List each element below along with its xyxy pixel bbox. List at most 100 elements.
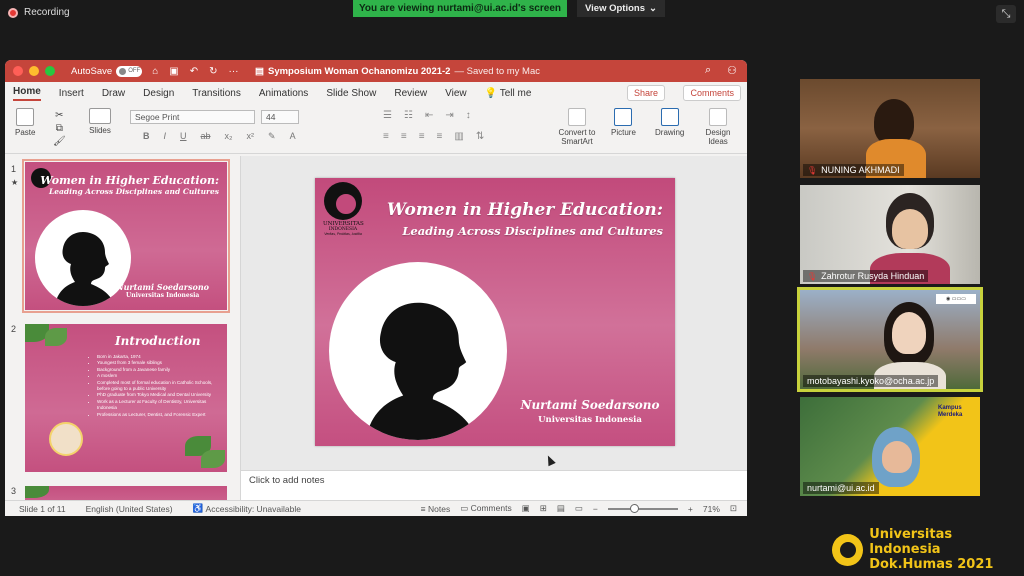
italic-icon[interactable]: I [164, 131, 167, 142]
zoom-level[interactable]: 71% [703, 504, 720, 514]
paragraph-row-2: ≡ ≡ ≡ ≡ ▥ ⇅ [383, 131, 484, 142]
account-icon[interactable]: ⚇ [727, 64, 737, 77]
align-center-icon[interactable]: ≡ [401, 131, 407, 142]
columns-icon[interactable]: ▥ [454, 131, 463, 142]
notes-toggle[interactable]: ≡ Notes [421, 504, 451, 514]
title-bar: AutoSave OFF ⌂ ▣ ↶ ↻ ··· ▤ Symposium Wom… [5, 60, 747, 82]
drawing-button[interactable]: Drawing [655, 108, 684, 137]
slide-number: 2 [11, 324, 17, 334]
more-icon[interactable]: ··· [228, 66, 238, 77]
new-slide-button[interactable]: Slides [89, 108, 111, 135]
align-left-icon[interactable]: ≡ [383, 131, 389, 142]
participant-name: motobayashi.kyoko@ocha.ac.jp [803, 375, 939, 387]
tab-animations[interactable]: Animations [259, 88, 308, 99]
slide-sorter-icon[interactable]: ⊞ [540, 503, 547, 514]
decrease-indent-icon[interactable]: ⇤ [425, 110, 433, 121]
text-direction-icon[interactable]: ⇅ [476, 131, 484, 142]
ribbon-home: Paste ✂ ⧉ 🖌 Slides Segoe Print 44 B I U … [5, 104, 747, 154]
tab-slide-show[interactable]: Slide Show [326, 88, 376, 99]
zoom-out-icon[interactable]: − [593, 504, 598, 514]
tab-transitions[interactable]: Transitions [192, 88, 241, 99]
cut-icon[interactable]: ✂ [55, 110, 63, 121]
close-window-button[interactable] [13, 66, 23, 76]
undo-icon[interactable]: ↶ [190, 66, 198, 77]
slide-layout-icon [89, 108, 111, 124]
convert-smartart-button[interactable]: Convert to SmartArt [553, 108, 601, 146]
save-icon[interactable]: ▣ [169, 66, 178, 77]
underline-icon[interactable]: U [180, 131, 187, 142]
tab-review[interactable]: Review [394, 88, 427, 99]
minimize-window-button[interactable] [29, 66, 39, 76]
bullets-icon[interactable]: ☰ [383, 110, 392, 121]
chevron-down-icon: ⌄ [649, 3, 657, 14]
tab-home[interactable]: Home [13, 86, 41, 101]
subscript-icon[interactable]: x₂ [225, 131, 233, 142]
slide-thumbnails-panel[interactable]: 1 ★ Women in Higher Education: Leading A… [5, 156, 241, 500]
fit-slide-icon[interactable]: ⊡ [730, 503, 737, 514]
slide-title[interactable]: Women in Higher Education: Leading Acros… [387, 200, 663, 238]
design-ideas-icon [709, 108, 727, 126]
zoom-slider-knob[interactable] [629, 503, 639, 513]
zoom-in-icon[interactable]: + [688, 504, 693, 514]
zoom-slider[interactable] [607, 503, 678, 513]
status-right: ≡ Notes ▭ Comments ▣ ⊞ ▤ ▭ − + 71% ⊡ [421, 503, 737, 514]
watermark-line1: Universitas Indonesia [869, 527, 953, 557]
participant-tile[interactable]: 🎙 NUNING AKHMADI [800, 79, 980, 178]
normal-view-icon[interactable]: ▣ [522, 503, 530, 514]
autosave-switch[interactable]: OFF [116, 65, 143, 77]
redo-icon[interactable]: ↻ [209, 66, 217, 77]
reading-view-icon[interactable]: ▤ [557, 503, 565, 514]
tab-draw[interactable]: Draw [102, 88, 125, 99]
makara-logo-icon [324, 182, 362, 220]
speaker-photo [49, 422, 83, 456]
comments-toggle[interactable]: ▭ Comments [460, 503, 512, 514]
slide-speaker[interactable]: Nurtami Soedarsono Universitas Indonesia [515, 398, 665, 425]
search-icon[interactable]: ⌕ [705, 64, 711, 77]
justify-icon[interactable]: ≡ [437, 131, 443, 142]
tab-insert[interactable]: Insert [59, 88, 84, 99]
comments-button[interactable]: Comments [683, 85, 741, 101]
numbering-icon[interactable]: ☷ [404, 110, 413, 121]
font-color-icon[interactable]: A [290, 131, 296, 142]
accessibility-icon: ♿ [192, 503, 204, 513]
slideshow-icon[interactable]: ▭ [575, 503, 583, 514]
slide-thumbnail-3[interactable] [25, 486, 227, 500]
tab-view[interactable]: View [445, 88, 467, 99]
accessibility-status[interactable]: Accessibility: Unavailable [206, 504, 301, 514]
bold-icon[interactable]: B [143, 131, 150, 142]
current-slide[interactable]: UNIVERSITAS INDONESIA Veritas, Probitas,… [315, 178, 675, 446]
share-button[interactable]: Share [626, 85, 665, 101]
maximize-window-button[interactable] [45, 66, 55, 76]
slide-thumbnail-2[interactable]: Introduction Born in Jakarta, 1974 Young… [25, 324, 227, 472]
exit-fullscreen-button[interactable]: ⤡ [996, 5, 1016, 23]
status-bar: Slide 1 of 11 English (United States) ♿ … [5, 500, 747, 516]
mic-muted-icon: 🎙 [807, 165, 818, 175]
align-right-icon[interactable]: ≡ [419, 131, 425, 142]
paste-button[interactable]: Paste [15, 108, 35, 137]
font-format-row: B I U ab x₂ x² ✎ A [143, 131, 296, 142]
language-indicator[interactable]: English (United States) [86, 504, 173, 514]
participant-tile[interactable]: Kampus Merdeka nurtami@ui.ac.id [800, 397, 980, 496]
strikethrough-icon[interactable]: ab [201, 131, 211, 142]
superscript-icon[interactable]: x² [247, 131, 255, 142]
smartart-icon [568, 108, 586, 126]
participant-tile[interactable]: 🎙 Zahrotur Rusyda Hinduan [800, 185, 980, 284]
notes-pane[interactable]: Click to add notes [241, 470, 747, 500]
increase-indent-icon[interactable]: ⇥ [445, 110, 453, 121]
picture-button[interactable]: Picture [611, 108, 636, 137]
highlight-icon[interactable]: ✎ [268, 131, 276, 142]
design-ideas-button[interactable]: Design Ideas [703, 108, 733, 146]
copy-icon[interactable]: ⧉ [56, 123, 63, 134]
slide-thumbnail-1[interactable]: Women in Higher Education: Leading Acros… [22, 159, 230, 313]
tab-design[interactable]: Design [143, 88, 174, 99]
home-icon[interactable]: ⌂ [152, 66, 158, 77]
participant-tile-active[interactable]: ◉ ▭▭▭ motobayashi.kyoko@ocha.ac.jp [797, 287, 983, 392]
format-painter-icon[interactable]: 🖌 [53, 136, 66, 147]
view-options-button[interactable]: View Options ⌄ [577, 0, 665, 17]
font-name-select[interactable]: Segoe Print [130, 110, 255, 124]
autosave-toggle[interactable]: AutoSave OFF [71, 65, 143, 77]
font-size-select[interactable]: 44 [261, 110, 299, 124]
line-spacing-icon[interactable]: ↕ [466, 110, 471, 121]
tab-tell-me[interactable]: 💡 Tell me [485, 88, 532, 99]
silhouette-circle[interactable] [329, 262, 507, 440]
